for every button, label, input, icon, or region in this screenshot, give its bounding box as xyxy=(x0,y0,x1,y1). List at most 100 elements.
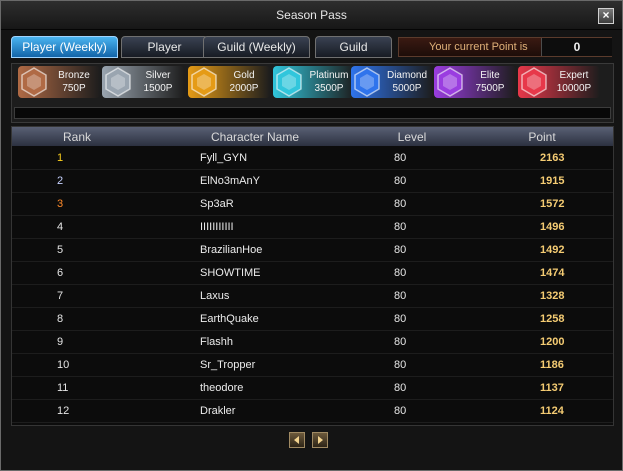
platinum-badge-icon xyxy=(276,67,302,97)
table-row[interactable]: 2 ElNo3mAnY 80 1915 xyxy=(12,170,613,193)
tier-name: Expert xyxy=(559,70,589,81)
tier-points: 7500P xyxy=(475,83,505,94)
season-pass-window: Season Pass × Player (Weekly) Player Gui… xyxy=(0,0,623,471)
tier-name: Bronze xyxy=(58,70,90,81)
point-cell: 1258 xyxy=(540,313,565,325)
level-cell: 80 xyxy=(394,336,407,348)
rank-cell: 3 xyxy=(57,198,64,210)
point-cell: 1200 xyxy=(540,336,565,348)
rank-cell: 10 xyxy=(57,359,70,371)
point-cell: 1496 xyxy=(540,221,565,233)
tab-player[interactable]: Player xyxy=(121,36,208,58)
header-rank: Rank xyxy=(62,130,91,144)
character-name-cell: theodore xyxy=(200,382,244,394)
bronze-badge-icon xyxy=(21,67,47,97)
tier-points: 1500P xyxy=(143,83,173,94)
table-row[interactable]: 6 SHOWTIME 80 1474 xyxy=(12,262,613,285)
rank-cell: 11 xyxy=(57,382,69,394)
tier-name: Elite xyxy=(480,70,500,81)
level-cell: 80 xyxy=(394,313,407,325)
tier-name: Gold xyxy=(233,70,255,81)
tab-guild-weekly[interactable]: Guild (Weekly) xyxy=(203,36,310,58)
arrow-left-icon xyxy=(294,436,299,444)
prev-page-button[interactable] xyxy=(289,432,305,448)
table-row[interactable]: 12 Drakler 80 1124 xyxy=(12,400,613,423)
character-name-cell: ElNo3mAnY xyxy=(200,175,260,187)
level-cell: 80 xyxy=(394,382,407,394)
next-page-button[interactable] xyxy=(312,432,328,448)
tier-points: 5000P xyxy=(392,83,422,94)
rank-cell: 5 xyxy=(57,244,64,256)
rank-cell: 8 xyxy=(57,313,64,325)
header-level: Level xyxy=(397,130,427,144)
level-cell: 80 xyxy=(394,244,407,256)
table-row[interactable]: 10 Sr_Tropper 80 1186 xyxy=(12,354,613,377)
gold-badge-icon xyxy=(191,67,217,97)
rank-cell: 6 xyxy=(57,267,64,279)
character-name-cell: Laxus xyxy=(200,290,230,302)
character-name-cell: SHOWTIME xyxy=(200,267,261,279)
tab-guild[interactable]: Guild xyxy=(315,36,392,58)
table-header: Rank Character Name Level Point xyxy=(12,127,613,146)
table-row[interactable]: 1 Fyll_GYN 80 2163 xyxy=(12,147,613,170)
level-cell: 80 xyxy=(394,221,407,233)
point-cell: 1915 xyxy=(540,175,565,187)
character-name-cell: Fyll_GYN xyxy=(200,152,248,164)
tier-points: 3500P xyxy=(314,83,344,94)
tier-silver: Silver 1500P xyxy=(102,66,184,98)
point-cell: 2163 xyxy=(540,152,565,164)
table-row[interactable]: 3 Sp3aR 80 1572 xyxy=(12,193,613,216)
level-cell: 80 xyxy=(394,175,407,187)
tier-elite: Elite 7500P xyxy=(434,66,516,98)
character-name-cell: Flashh xyxy=(200,336,234,348)
tier-points: 2000P xyxy=(229,83,259,94)
character-name-cell: Sr_Tropper xyxy=(200,359,256,371)
character-name-cell: Sp3aR xyxy=(200,198,234,210)
tier-points: 750P xyxy=(62,83,86,94)
current-point-bar: Your current Point is 0 xyxy=(398,37,612,57)
point-cell: 1186 xyxy=(540,359,564,371)
tier-bronze: Bronze 750P xyxy=(18,66,100,98)
tier-name: Diamond xyxy=(386,70,428,81)
table-row[interactable]: 4 IIIIIIIIIII 80 1496 xyxy=(12,216,613,239)
table-row[interactable]: 9 Flashh 80 1200 xyxy=(12,331,613,354)
point-cell: 1124 xyxy=(540,405,564,417)
character-name-cell: IIIIIIIIIII xyxy=(200,221,234,233)
character-name-cell: BrazilianHoe xyxy=(200,244,263,256)
window-title: Season Pass xyxy=(276,8,347,22)
tab-player-weekly[interactable]: Player (Weekly) xyxy=(11,36,118,58)
point-cell: 1474 xyxy=(540,267,565,279)
point-cell: 1328 xyxy=(540,290,565,302)
table-row[interactable]: 5 BrazilianHoe 80 1492 xyxy=(12,239,613,262)
tier-name: Platinum xyxy=(309,70,349,81)
rank-cell: 7 xyxy=(57,290,64,302)
tier-diamond: Diamond 5000P xyxy=(351,66,433,98)
title-bar[interactable]: Season Pass × xyxy=(1,1,622,30)
level-cell: 80 xyxy=(394,152,407,164)
table-row[interactable]: 8 EarthQuake 80 1258 xyxy=(12,308,613,331)
tier-platinum: Platinum 3500P xyxy=(273,66,355,98)
current-point-label: Your current Point is xyxy=(429,41,528,53)
diamond-badge-icon xyxy=(354,67,380,97)
level-cell: 80 xyxy=(394,290,407,302)
tier-points: 10000P xyxy=(556,83,592,94)
expert-badge-icon xyxy=(521,67,547,97)
current-point-value: 0 xyxy=(541,38,612,56)
point-cell: 1492 xyxy=(540,244,565,256)
rank-cell: 9 xyxy=(57,336,64,348)
table-row[interactable]: 11 theodore 80 1137 xyxy=(12,377,613,400)
rank-cell: 2 xyxy=(57,175,64,187)
table-row[interactable]: 7 Laxus 80 1328 xyxy=(12,285,613,308)
silver-badge-icon xyxy=(105,67,131,97)
close-icon[interactable]: × xyxy=(598,8,614,24)
tier-expert: Expert 10000P xyxy=(518,66,600,98)
rank-cell: 4 xyxy=(57,221,64,233)
point-cell: 1572 xyxy=(540,198,565,210)
point-cell: 1137 xyxy=(540,382,564,394)
tier-panel: Bronze 750P Silver 1500P Gold 2000P Platinum 35… xyxy=(11,63,614,123)
elite-badge-icon xyxy=(437,67,463,97)
season-progress-bar xyxy=(14,107,611,119)
character-name-cell: EarthQuake xyxy=(200,313,259,325)
level-cell: 80 xyxy=(394,198,407,210)
arrow-right-icon xyxy=(318,436,323,444)
